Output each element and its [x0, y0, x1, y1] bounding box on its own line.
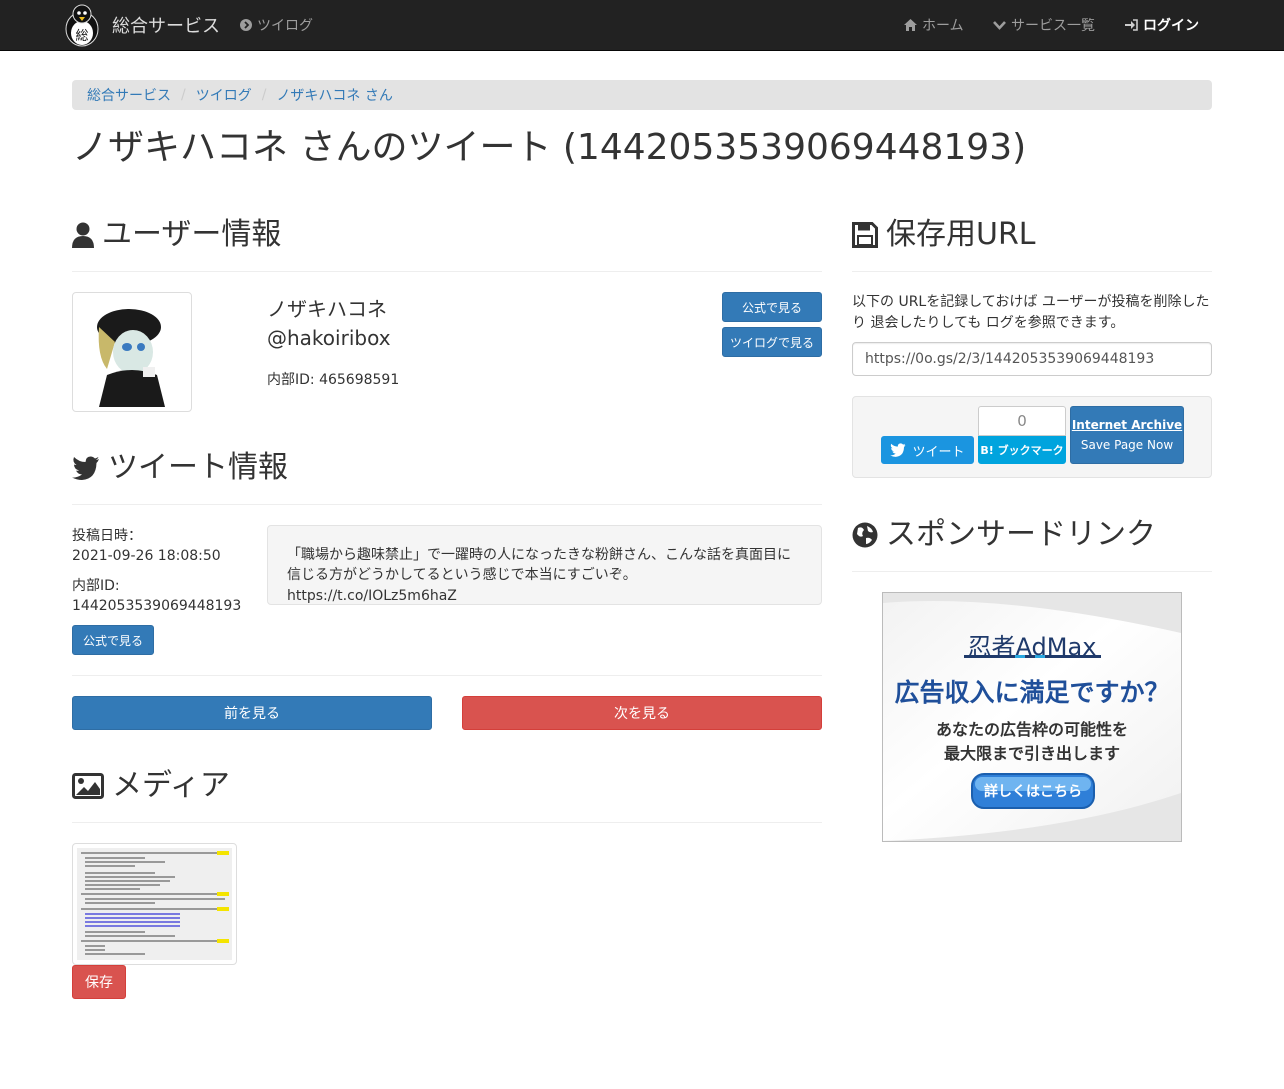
brand-text: 総合サービス — [112, 16, 220, 37]
posted-label: 投稿日時： — [72, 528, 142, 544]
floppy-disk-icon — [852, 221, 878, 248]
prev-button[interactable]: 前を見る — [72, 696, 432, 730]
user-internal-id: 内部ID: 465698591 — [267, 372, 400, 388]
tweet-info-heading-text: ツイート情報 — [108, 450, 288, 485]
ad-button[interactable]: 詳しくはこちら — [972, 774, 1094, 808]
media-heading: メディア — [72, 769, 230, 802]
bookmark-count: 0 — [978, 406, 1066, 436]
user-avatar[interactable] — [72, 292, 192, 412]
nav-services[interactable]: サービス一覧 — [993, 0, 1095, 50]
share-well: ツイート 0 B! ブックマーク Internet Archive Save P… — [852, 396, 1212, 478]
media-thumbnail[interactable] — [72, 843, 237, 965]
media-heading-text: メディア — [112, 768, 230, 803]
user-official-button[interactable]: 公式で見る — [722, 292, 822, 322]
breadcrumb-item-service[interactable]: 総合サービス — [87, 85, 171, 105]
tweet-text: 「職場から趣味禁止」で一躍時の人になったきな粉餅さん、こんな話を真面目に信じる方… — [287, 547, 791, 604]
brand-link[interactable]: 総 総合サービス — [60, 2, 220, 48]
user-name: ノザキハコネ — [267, 297, 387, 321]
nav-home[interactable]: ホーム — [904, 0, 964, 50]
page-title: ノザキハコネ さんのツイート (1442053539069448193) — [72, 127, 1027, 168]
nav-services-label: サービス一覧 — [1011, 18, 1095, 34]
globe-icon — [852, 522, 878, 547]
tweet-text-well: 「職場から趣味禁止」で一躍時の人になったきな粉餅さん、こんな話を真面目に信じる方… — [267, 525, 822, 605]
tweet-share-label: ツイート — [912, 444, 965, 460]
breadcrumb-separator: / — [181, 87, 186, 103]
twitter-bird-icon — [890, 443, 906, 457]
image-icon — [72, 772, 104, 799]
user-icon — [72, 222, 94, 248]
tweet-official-button[interactable]: 公式で見る — [72, 625, 154, 655]
divider — [852, 571, 1212, 572]
tweet-id-value: 1442053539069448193 — [72, 598, 242, 614]
ad-brand: 忍者AdMax — [967, 633, 1097, 661]
penguin-logo-icon: 総 — [65, 4, 99, 47]
sponsor-heading-text: スポンサードリンク — [886, 517, 1156, 552]
internet-archive-button[interactable]: Internet Archive Save Page Now — [1070, 406, 1184, 464]
ad-line-2: 最大限まで引き出します — [943, 744, 1120, 763]
sign-in-icon — [1125, 19, 1138, 31]
breadcrumb-item-user[interactable]: ノザキハコネ さん — [276, 85, 392, 105]
nav-twilog-label: ツイログ — [257, 18, 313, 34]
ad-headline: 広告収入に満足ですか？ — [894, 678, 1170, 707]
divider — [72, 822, 822, 823]
user-info-heading: ユーザー情報 — [72, 218, 281, 251]
chevron-down-icon — [993, 21, 1006, 30]
ad-line-1: あなたの広告枠の可能性を — [935, 720, 1128, 739]
breadcrumb: 総合サービス / ツイログ / ノザキハコネ さん — [72, 80, 1212, 110]
breadcrumb-item-twilog[interactable]: ツイログ — [196, 85, 252, 105]
tweet-share-button[interactable]: ツイート — [881, 436, 974, 464]
save-url-heading: 保存用URL — [852, 218, 1036, 251]
hatena-bookmark-button[interactable]: B! ブックマーク — [978, 436, 1066, 464]
nav-twilog[interactable]: ツイログ — [240, 0, 313, 50]
user-twilog-button[interactable]: ツイログで見る — [722, 327, 822, 357]
svg-text:総: 総 — [75, 29, 88, 44]
tweet-info-heading: ツイート情報 — [72, 451, 288, 484]
divider — [72, 504, 822, 505]
save-url-value: https://0o.gs/2/3/1442053539069448193 — [865, 351, 1155, 367]
avatar-image — [77, 297, 187, 407]
media-image — [77, 848, 232, 960]
breadcrumb-separator: / — [261, 87, 267, 103]
sponsor-heading: スポンサードリンク — [852, 518, 1156, 551]
tweet-id-label: 内部ID: — [72, 578, 120, 594]
user-info-heading-text: ユーザー情報 — [102, 217, 282, 252]
chevron-circle-right-icon — [240, 19, 252, 31]
nav-login-label: ログイン — [1143, 18, 1199, 34]
nav-login[interactable]: ログイン — [1125, 0, 1199, 50]
top-navbar: 総 総合サービス ツイログ ホーム サービス一覧 ログイン — [0, 0, 1284, 51]
ad-banner[interactable]: 忍者AdMax 広告収入に満足ですか？ あなたの広告枠の可能性を 最大限まで引き… — [882, 592, 1182, 842]
archive-title: Internet Archive — [1071, 418, 1183, 432]
nav-home-label: ホーム — [922, 18, 964, 34]
save-url-heading-text: 保存用URL — [886, 217, 1036, 252]
user-handle: @hakoiribox — [267, 326, 391, 350]
home-icon — [904, 19, 917, 31]
save-url-description: 以下の URLを記録しておけば ユーザーが投稿を削除したり 退会したりしても ロ… — [852, 294, 1210, 331]
media-save-button[interactable]: 保存 — [72, 965, 126, 999]
divider — [72, 675, 822, 676]
divider — [72, 271, 822, 272]
divider — [852, 271, 1212, 272]
next-button[interactable]: 次を見る — [462, 696, 822, 730]
twitter-bird-icon — [72, 456, 99, 480]
save-url-input[interactable]: https://0o.gs/2/3/1442053539069448193 — [852, 342, 1212, 376]
posted-value: 2021-09-26 18:08:50 — [72, 548, 221, 564]
archive-subtitle: Save Page Now — [1080, 438, 1174, 452]
